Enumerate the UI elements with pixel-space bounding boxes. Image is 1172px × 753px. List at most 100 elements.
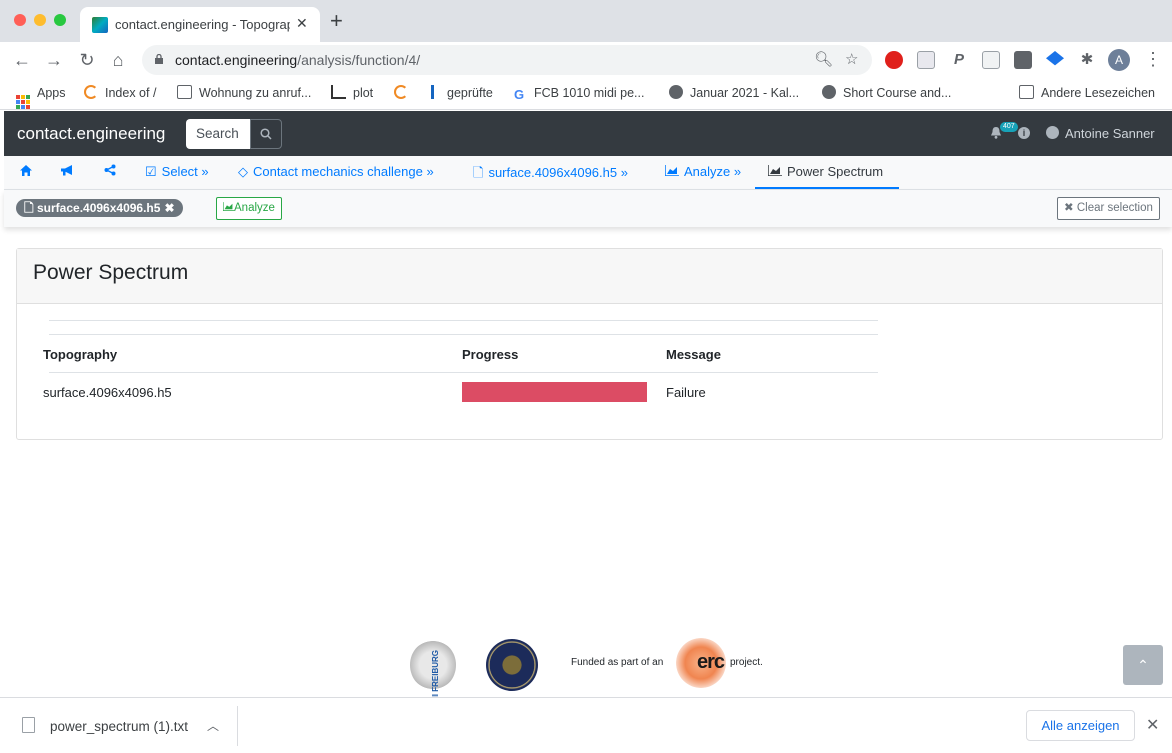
tab-title: contact.engineering - Topograp (115, 17, 290, 32)
row-message: Failure (666, 385, 706, 400)
row-topography[interactable]: surface.4096x4096.h5 (43, 385, 172, 400)
user-circle-icon[interactable] (1046, 126, 1059, 139)
folder-icon (1019, 85, 1034, 99)
apps-grid-icon (16, 95, 30, 109)
erc-logo-text: erc (697, 651, 725, 673)
app-navbar: contact.engineering Search 407 i Antoine… (4, 111, 1172, 156)
progress-bar (462, 382, 647, 402)
doc-extension-icon[interactable] (982, 51, 1000, 69)
bookmark-other[interactable]: Andere Lesezeichen (1019, 84, 1155, 104)
browser-toolbar: ← → ↻ ⌂ contact.engineering/analysis/fun… (0, 42, 1172, 78)
search-icon (260, 128, 272, 140)
bookmark-short-course[interactable]: Short Course and... (822, 84, 951, 104)
globe-icon (669, 85, 683, 99)
browser-menu-icon[interactable]: ⋮ (1144, 49, 1162, 70)
address-bar[interactable]: contact.engineering/analysis/function/4/… (142, 45, 872, 75)
project-text: project. (730, 657, 763, 668)
column-header-topography: Topography (43, 347, 118, 362)
breadcrumb-surface[interactable]: 🗋︎ surface.4096x4096.h5 » (473, 164, 628, 186)
back-arrow-icon[interactable]: ← (10, 48, 34, 72)
text-file-icon (22, 717, 35, 733)
active-tab-indicator (755, 187, 899, 189)
breadcrumb-home[interactable] (20, 164, 32, 179)
breadcrumb-share[interactable] (104, 164, 116, 179)
lock-icon (155, 54, 163, 64)
user-menu[interactable]: Antoine Sanner (1065, 126, 1155, 141)
google-icon: G (514, 87, 525, 102)
table-divider (49, 320, 878, 321)
selected-surface-pill[interactable]: 🗋︎ surface.4096x4096.h5 ✖ (16, 199, 183, 217)
close-icon: ✖ (1064, 202, 1074, 214)
paypal-extension-icon[interactable]: P (950, 51, 968, 69)
area-chart-icon (768, 165, 782, 176)
search-input[interactable]: Search (186, 119, 250, 149)
card-header: Power Spectrum (17, 249, 1162, 304)
download-shelf: power_spectrum (1).txt ︿ Alle anzeigen ✕ (0, 697, 1172, 753)
opera-extension-icon[interactable] (885, 51, 903, 69)
bookmark-wohnung[interactable]: Wohnung zu anruf... (177, 84, 311, 104)
zoom-window-button[interactable] (54, 14, 66, 26)
column-header-progress: Progress (462, 347, 519, 362)
zoom-magnifier-icon[interactable]: 🔍︎ (814, 50, 833, 68)
bookmark-fcb[interactable]: G FCB 1010 midi pe... (514, 84, 644, 104)
folder-icon (177, 85, 192, 99)
funded-text: Funded as part of an (571, 657, 664, 668)
home-icon (20, 165, 32, 176)
file-icon: 🗋︎ (24, 201, 34, 215)
graduation-extension-icon[interactable] (1046, 51, 1064, 66)
bookmarks-bar: Apps Index of / Wohnung zu anruf... plot… (0, 78, 1172, 110)
browser-tab-bar: contact.engineering - Topograp ✕ + (0, 0, 1172, 42)
chart-icon (425, 85, 440, 99)
breadcrumb-announcements[interactable] (61, 164, 75, 179)
site-favicon-icon (92, 17, 108, 33)
calendar-extension-icon[interactable] (917, 51, 935, 69)
bookmark-apps[interactable]: Apps (16, 84, 66, 109)
forward-arrow-icon[interactable]: → (42, 48, 66, 72)
column-header-message: Message (666, 347, 721, 362)
area-chart-icon (665, 165, 679, 176)
breadcrumb-select[interactable]: ☑ Select » (145, 164, 209, 180)
bookmark-index[interactable]: Index of / (84, 84, 156, 104)
area-chart-icon (222, 202, 234, 212)
bookmark-arc[interactable] (394, 84, 415, 104)
home-browser-icon[interactable]: ⌂ (106, 48, 130, 72)
breadcrumb-contact-mechanics-challenge[interactable]: ◇ Contact mechanics challenge » (238, 164, 434, 180)
chevron-up-icon[interactable]: ︿ (207, 717, 219, 734)
university-of-pittsburgh-logo[interactable] (486, 639, 538, 691)
tab-close-icon[interactable]: ✕ (296, 15, 308, 32)
reload-icon[interactable]: ↻ (75, 48, 99, 72)
close-window-button[interactable] (14, 14, 26, 26)
remove-selection-icon[interactable]: ✖ (164, 201, 174, 215)
tab-power-spectrum[interactable]: Power Spectrum (768, 164, 883, 179)
breadcrumb-analyze[interactable]: Analyze » (665, 164, 741, 179)
download-item-name[interactable]: power_spectrum (1).txt (50, 719, 188, 734)
scroll-to-top-button[interactable]: ⌃ (1123, 645, 1163, 685)
search-button[interactable] (250, 119, 282, 149)
bookmark-star-icon[interactable]: ☆ (845, 50, 858, 68)
bookmark-gepruefte[interactable]: geprüfte (425, 84, 493, 104)
file-icon: 🗋︎ (473, 165, 484, 180)
share-icon (104, 164, 116, 176)
close-download-shelf-icon[interactable]: ✕ (1146, 715, 1159, 735)
breadcrumb: ☑ Select » ◇ Contact mechanics challenge »… (4, 156, 1172, 190)
table-divider (49, 334, 878, 335)
puzzle-extensions-icon[interactable]: ✱ (1078, 51, 1096, 69)
profile-avatar[interactable]: A (1108, 49, 1130, 71)
new-tab-button[interactable]: + (330, 10, 343, 32)
megaphone-icon (61, 165, 72, 176)
show-all-downloads-button[interactable]: Alle anzeigen (1026, 710, 1135, 741)
minimize-window-button[interactable] (34, 14, 46, 26)
info-icon[interactable]: i (1018, 127, 1030, 139)
progress-fill (462, 382, 647, 402)
clear-selection-button[interactable]: ✖ Clear selection (1057, 197, 1160, 220)
brand-logo[interactable]: contact.engineering (17, 124, 165, 144)
bookmark-plot[interactable]: plot (331, 84, 373, 104)
diamond-icon: ◇ (238, 164, 248, 179)
analysis-card: Power Spectrum Topography Progress Messa… (16, 248, 1163, 440)
analyze-button[interactable]: Analyze (216, 197, 282, 220)
browser-tab[interactable]: contact.engineering - Topograp ✕ (80, 7, 320, 42)
url-text: contact.engineering/analysis/function/4/ (175, 52, 421, 68)
table-divider (49, 372, 878, 373)
box-extension-icon[interactable] (1014, 51, 1032, 69)
bookmark-januar[interactable]: Januar 2021 - Kal... (669, 84, 799, 104)
